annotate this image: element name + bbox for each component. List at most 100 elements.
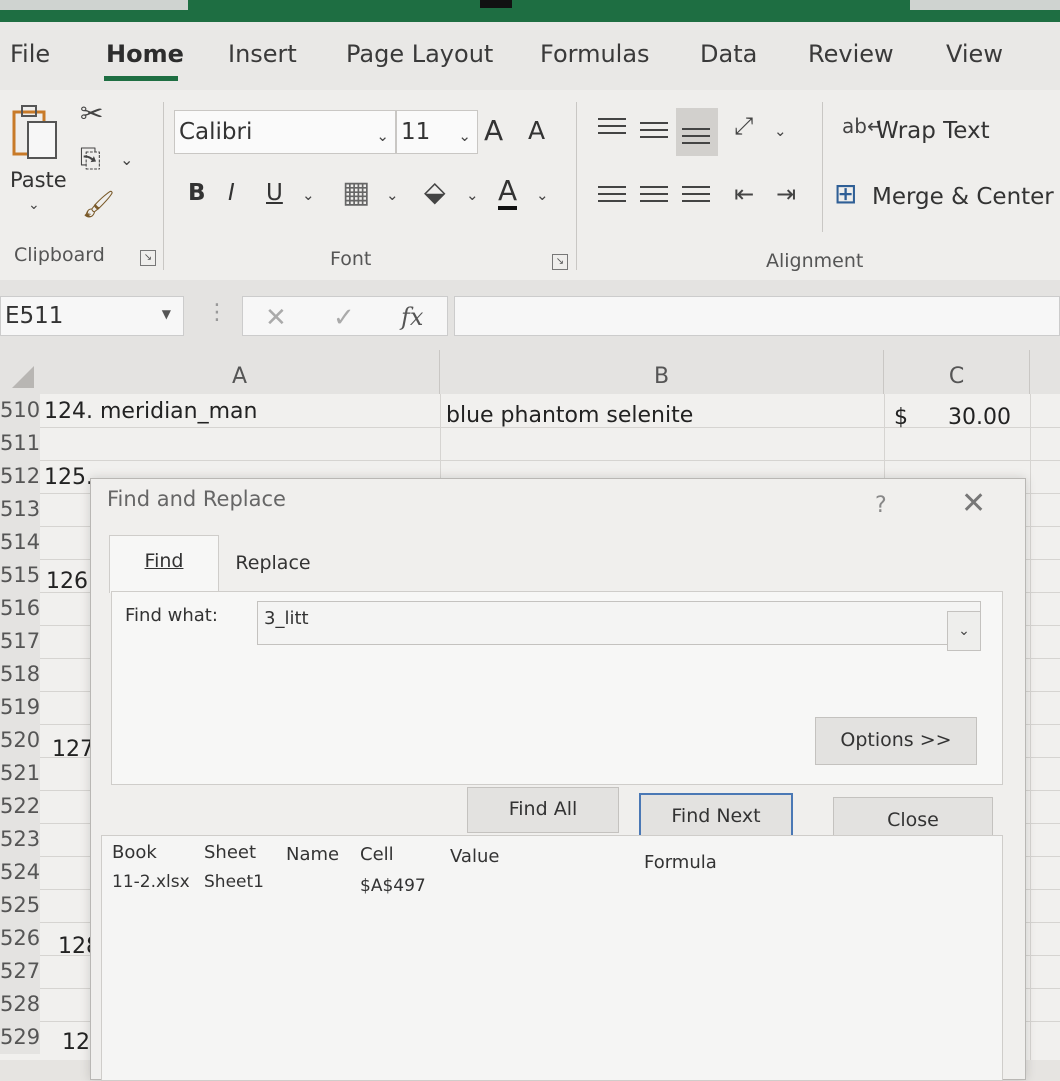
results-header-value[interactable]: Value	[450, 846, 499, 867]
results-header-book[interactable]: Book	[112, 842, 157, 863]
cell-b510[interactable]: blue phantom selenite	[446, 403, 693, 428]
tab-formulas[interactable]: Formulas	[540, 40, 650, 68]
paste-dropdown-icon[interactable]: ⌄	[28, 198, 40, 212]
row-number[interactable]: 524	[0, 856, 40, 889]
row-number[interactable]: 520	[0, 724, 40, 757]
paste-button[interactable]: Paste	[10, 168, 67, 192]
font-name-combo[interactable]: Calibri ⌄	[174, 110, 396, 154]
cut-icon[interactable]: ✂	[80, 100, 103, 128]
insert-function-icon[interactable]: fx	[401, 303, 423, 331]
copy-dropdown-icon[interactable]: ⌄	[120, 152, 133, 168]
paste-icon[interactable]	[10, 102, 66, 162]
column-header-c[interactable]: C	[884, 350, 1030, 394]
tab-replace-label: Replace	[235, 552, 311, 574]
font-size-combo[interactable]: 11 ⌄	[396, 110, 478, 154]
title-bar-control[interactable]	[480, 0, 512, 8]
group-separator	[822, 102, 823, 232]
results-header-name[interactable]: Name	[286, 844, 339, 865]
italic-button[interactable]: I	[228, 180, 235, 206]
decrease-indent-icon[interactable]: ⇤	[734, 182, 754, 206]
font-color-button[interactable]: A	[498, 176, 518, 210]
row-number[interactable]: 516	[0, 592, 40, 625]
cell-a515[interactable]: 126.	[46, 569, 95, 594]
fill-color-icon[interactable]: ⬙	[424, 178, 446, 206]
increase-indent-icon[interactable]: ⇥	[776, 182, 796, 206]
find-what-input[interactable]: 3_litt	[257, 601, 981, 645]
tab-file[interactable]: File	[10, 40, 50, 68]
wrap-text-button[interactable]: Wrap Text	[876, 118, 990, 144]
find-all-button[interactable]: Find All	[467, 787, 619, 833]
row-number[interactable]: 513	[0, 493, 40, 526]
enter-icon[interactable]: ✓	[333, 303, 355, 333]
format-painter-icon[interactable]: 🖌	[82, 192, 115, 218]
orientation-icon[interactable]: ⤢	[734, 114, 753, 138]
results-header-cell[interactable]: Cell	[360, 844, 394, 865]
row-number[interactable]: 525	[0, 889, 40, 922]
column-header-b[interactable]: B	[440, 350, 884, 394]
column-header-d[interactable]	[1030, 350, 1060, 394]
row-number[interactable]: 510	[0, 394, 40, 427]
borders-icon[interactable]: ▦	[342, 178, 370, 208]
copy-icon[interactable]: ⎘	[80, 146, 101, 172]
cell-a510[interactable]: 124. meridian_man	[44, 399, 257, 424]
row-number[interactable]: 523	[0, 823, 40, 856]
results-header-formula[interactable]: Formula	[644, 852, 717, 873]
find-what-dropdown-icon[interactable]: ⌄	[947, 611, 981, 651]
cell-a512[interactable]: 125.	[44, 465, 93, 490]
tab-review[interactable]: Review	[808, 40, 894, 68]
row-number[interactable]: 528	[0, 988, 40, 1021]
group-separator	[576, 102, 577, 270]
orientation-dropdown-icon[interactable]: ⌄	[774, 124, 787, 139]
merge-center-button[interactable]: Merge & Center	[872, 184, 1054, 210]
row-number[interactable]: 527	[0, 955, 40, 988]
row-number[interactable]: 526	[0, 922, 40, 955]
row-number[interactable]: 511	[0, 427, 40, 460]
column-header-a[interactable]: A	[40, 350, 440, 394]
options-button[interactable]: Options >>	[815, 717, 977, 765]
formula-input[interactable]	[454, 296, 1060, 336]
row-number[interactable]: 512	[0, 460, 40, 493]
middle-align-icon[interactable]	[640, 122, 668, 146]
cancel-icon[interactable]: ✕	[265, 303, 287, 333]
row-number[interactable]: 517	[0, 625, 40, 658]
results-header-sheet[interactable]: Sheet	[204, 842, 256, 863]
align-right-icon[interactable]	[682, 186, 710, 210]
borders-dropdown-icon[interactable]: ⌄	[386, 188, 399, 203]
cell-c510[interactable]: 30.00	[948, 405, 1011, 430]
row-number[interactable]: 514	[0, 526, 40, 559]
align-left-icon[interactable]	[598, 186, 626, 210]
select-all-icon[interactable]	[0, 350, 40, 394]
font-name-value: Calibri	[179, 119, 253, 145]
row-number[interactable]: 518	[0, 658, 40, 691]
underline-button[interactable]: U	[266, 180, 283, 206]
font-launcher-icon[interactable]: ↘	[552, 254, 568, 270]
tab-page-layout[interactable]: Page Layout	[346, 40, 493, 68]
row-number[interactable]: 529	[0, 1021, 40, 1054]
drag-handle-icon[interactable]: ⋮	[206, 300, 228, 325]
row-number[interactable]: 521	[0, 757, 40, 790]
row-number[interactable]: 522	[0, 790, 40, 823]
row-number[interactable]: 519	[0, 691, 40, 724]
tab-home[interactable]: Home	[106, 40, 184, 68]
tab-view[interactable]: View	[946, 40, 1003, 68]
shrink-font-button[interactable]: A	[528, 116, 545, 145]
tab-data[interactable]: Data	[700, 40, 757, 68]
bold-button[interactable]: B	[188, 180, 206, 206]
tab-insert[interactable]: Insert	[228, 40, 297, 68]
fill-dropdown-icon[interactable]: ⌄	[466, 188, 479, 203]
name-box[interactable]: E511 ▼	[0, 296, 184, 336]
clipboard-launcher-icon[interactable]: ↘	[140, 250, 156, 266]
tab-replace[interactable]: Replace	[221, 545, 325, 585]
grow-font-button[interactable]: A	[484, 114, 503, 147]
results-list[interactable]: Book Sheet Name Cell Value Formula 11-2.…	[101, 835, 1003, 1081]
bottom-align-icon[interactable]	[682, 128, 710, 152]
close-icon[interactable]: ✕	[961, 489, 986, 519]
find-next-button[interactable]: Find Next	[639, 793, 793, 839]
help-icon[interactable]: ?	[875, 493, 887, 518]
underline-dropdown-icon[interactable]: ⌄	[302, 188, 315, 203]
top-align-icon[interactable]	[598, 118, 626, 142]
row-number[interactable]: 515	[0, 559, 40, 592]
font-color-dropdown-icon[interactable]: ⌄	[536, 188, 549, 203]
tab-find[interactable]: Find	[109, 535, 219, 593]
align-center-icon[interactable]	[640, 186, 668, 210]
